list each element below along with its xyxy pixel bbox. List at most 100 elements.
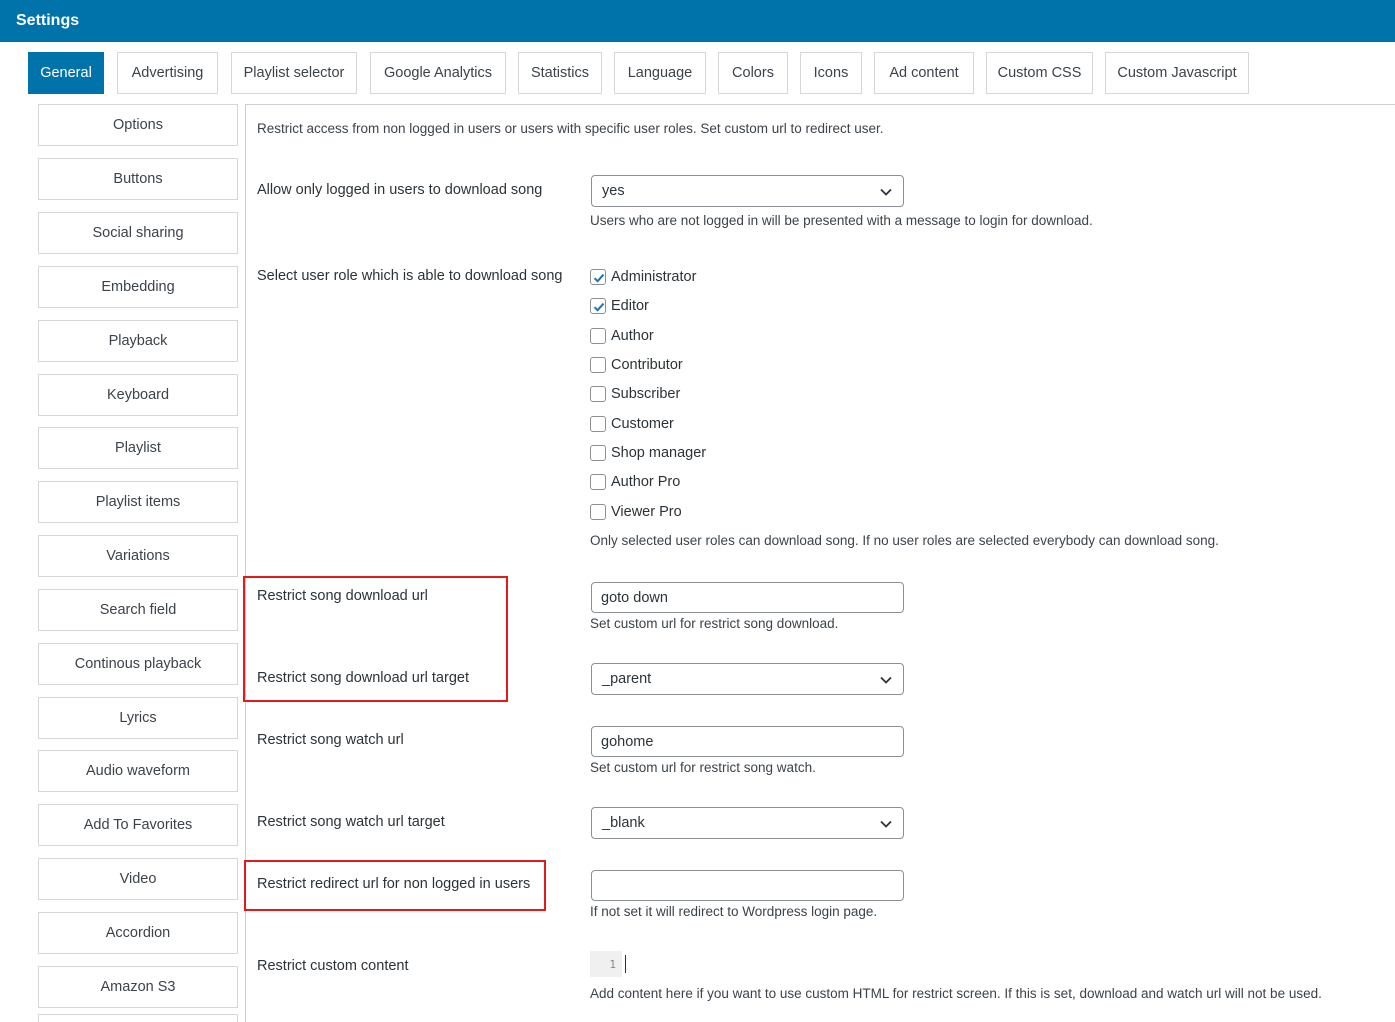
tab-label: Custom Javascript — [1117, 65, 1237, 81]
sidebar-item-label: Embedding — [101, 279, 175, 295]
tab-google-analytics[interactable]: Google Analytics — [370, 52, 506, 94]
chevron-down-icon — [880, 188, 892, 196]
tab-label: Advertising — [131, 65, 204, 81]
watch-url-description: Set custom url for restrict song watch. — [590, 760, 816, 775]
select-value: yes — [602, 183, 625, 199]
role-customer[interactable]: Customer — [590, 415, 674, 433]
sidebar-item-label: Playback — [108, 333, 168, 349]
input-value: gohome — [601, 733, 654, 750]
sidebar-item-buttons[interactable]: Buttons — [38, 158, 238, 200]
sidebar-item-label: Lyrics — [119, 710, 157, 726]
tab-language[interactable]: Language — [614, 52, 706, 94]
checkbox-label: Subscriber — [611, 386, 681, 402]
watch-target-label: Restrict song watch url target — [257, 814, 445, 830]
role-shop-manager[interactable]: Shop manager — [590, 444, 706, 462]
custom-content-label: Restrict custom content — [257, 958, 409, 974]
sidebar-item-label: Audio waveform — [86, 763, 190, 779]
download-url-input[interactable]: goto down — [591, 582, 904, 613]
role-administrator[interactable]: Administrator — [590, 268, 696, 286]
input-value: goto down — [601, 589, 668, 606]
sidebar-item-label: Variations — [106, 548, 170, 564]
sidebar-item-label: Amazon S3 — [100, 979, 176, 995]
checkbox[interactable] — [590, 504, 606, 520]
sidebar-item-social-sharing[interactable]: Social sharing — [38, 212, 238, 254]
code-editor-cursor[interactable] — [625, 955, 626, 973]
checkbox-label: Editor — [611, 298, 649, 314]
chevron-down-icon — [880, 676, 892, 684]
checkbox-label: Author — [611, 328, 654, 344]
checkbox-label: Author Pro — [611, 474, 681, 490]
select-value: _blank — [602, 815, 645, 831]
section-intro: Restrict access from non logged in users… — [257, 121, 884, 136]
checkbox[interactable] — [590, 298, 606, 314]
tab-general[interactable]: General — [28, 52, 104, 94]
sidebar-item-label: Video — [119, 871, 157, 887]
logged-only-select[interactable]: yes — [591, 175, 904, 207]
sidebar-item-lyrics[interactable]: Lyrics — [38, 697, 238, 739]
roles-description: Only selected user roles can download so… — [590, 533, 1219, 548]
sidebar-item-label: Accordion — [105, 925, 171, 941]
tab-custom-javascript[interactable]: Custom Javascript — [1105, 52, 1249, 94]
role-contributor[interactable]: Contributor — [590, 356, 683, 374]
sidebar-item-label: Search field — [99, 602, 177, 618]
tab-label: Icons — [813, 65, 849, 81]
checkmark-icon — [593, 273, 605, 283]
tab-ad-content[interactable]: Ad content — [874, 52, 974, 94]
watch-target-select[interactable]: _blank — [591, 807, 904, 839]
sidebar-item-playback[interactable]: Playback — [38, 320, 238, 362]
settings-header: Settings — [0, 0, 1395, 42]
tab-colors[interactable]: Colors — [718, 52, 788, 94]
sidebar-item-audio-waveform[interactable]: Audio waveform — [38, 750, 238, 792]
tab-statistics[interactable]: Statistics — [518, 52, 602, 94]
checkbox[interactable] — [590, 328, 606, 344]
sidebar-item-label: Playlist items — [95, 494, 181, 510]
sidebar-item-playlist[interactable]: Playlist — [38, 427, 238, 469]
checkbox-label: Contributor — [611, 357, 683, 373]
sidebar-item-video[interactable]: Video — [38, 858, 238, 900]
tab-custom-css[interactable]: Custom CSS — [986, 52, 1093, 94]
checkbox[interactable] — [590, 445, 606, 461]
sidebar-item-label: Add To Favorites — [83, 817, 193, 833]
checkbox[interactable] — [590, 269, 606, 285]
sidebar-item-keyboard[interactable]: Keyboard — [38, 374, 238, 416]
role-subscriber[interactable]: Subscriber — [590, 385, 680, 403]
role-author[interactable]: Author — [590, 327, 654, 345]
tab-label: Statistics — [530, 65, 589, 81]
sidebar-item-playlist-items[interactable]: Playlist items — [38, 481, 238, 523]
select-value: _parent — [602, 671, 652, 687]
role-viewer-pro[interactable]: Viewer Pro — [590, 503, 682, 521]
redirect-url-input[interactable] — [591, 870, 904, 901]
sidebar-item-next[interactable] — [38, 1014, 238, 1022]
role-editor[interactable]: Editor — [590, 297, 649, 315]
code-line-number: 1 — [590, 951, 622, 977]
sidebar-item-accordion[interactable]: Accordion — [38, 912, 238, 954]
sidebar-item-label: Options — [113, 117, 163, 133]
checkbox[interactable] — [590, 357, 606, 373]
checkbox[interactable] — [590, 474, 606, 490]
checkbox-label: Viewer Pro — [611, 504, 682, 520]
roles-label: Select user role which is able to downlo… — [257, 268, 563, 284]
redirect-url-description: If not set it will redirect to Wordpress… — [590, 904, 878, 919]
tab-label: Language — [627, 65, 693, 81]
tab-label: Custom CSS — [997, 65, 1082, 81]
role-author-pro[interactable]: Author Pro — [590, 473, 680, 491]
sidebar-item-label: Playlist — [115, 440, 161, 456]
watch-url-input[interactable]: gohome — [591, 726, 904, 757]
checkbox-label: Customer — [611, 416, 674, 432]
tab-advertising[interactable]: Advertising — [117, 52, 218, 94]
sidebar-item-amazon-s3[interactable]: Amazon S3 — [38, 966, 238, 1008]
checkbox[interactable] — [590, 416, 606, 432]
sidebar-item-continous-playback[interactable]: Continous playback — [38, 643, 238, 685]
sidebar-item-embedding[interactable]: Embedding — [38, 266, 238, 308]
sidebar-item-variations[interactable]: Variations — [38, 535, 238, 577]
checkbox[interactable] — [590, 386, 606, 402]
sidebar-item-add-to-favorites[interactable]: Add To Favorites — [38, 804, 238, 846]
checkmark-icon — [593, 302, 605, 312]
tab-label: Google Analytics — [383, 65, 492, 81]
tab-icons[interactable]: Icons — [800, 52, 862, 94]
sidebar-item-search-field[interactable]: Search field — [38, 589, 238, 631]
tab-playlist-selector[interactable]: Playlist selector — [231, 52, 357, 94]
download-target-select[interactable]: _parent — [591, 663, 904, 695]
sidebar-item-options[interactable]: Options — [38, 104, 238, 146]
chevron-down-icon — [880, 820, 892, 828]
